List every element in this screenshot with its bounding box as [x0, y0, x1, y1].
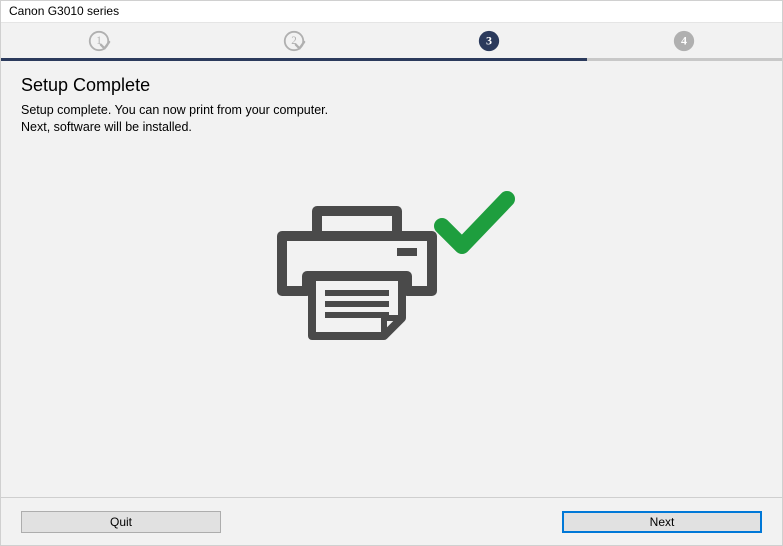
- checkmark-icon: [442, 199, 507, 246]
- svg-text:4: 4: [681, 33, 687, 47]
- page-body: Setup complete. You can now print from y…: [21, 102, 762, 136]
- footer: Quit Next: [1, 497, 782, 545]
- svg-text:3: 3: [486, 33, 492, 47]
- step-2-check-icon: 2: [282, 29, 306, 53]
- step-1: 1: [1, 23, 196, 61]
- step-4: 4: [587, 23, 782, 61]
- step-3-active-icon: 3: [477, 29, 501, 53]
- page-title: Setup Complete: [21, 75, 762, 96]
- step-1-check-icon: 1: [87, 29, 111, 53]
- stepper: 1 2 3: [1, 23, 782, 61]
- printer-icon: [282, 211, 432, 336]
- window-title: Canon G3010 series: [9, 4, 119, 18]
- titlebar: Canon G3010 series: [1, 1, 782, 23]
- next-button[interactable]: Next: [562, 511, 762, 533]
- illustration: [21, 191, 762, 361]
- content-area: Setup Complete Setup complete. You can n…: [1, 61, 782, 361]
- step-4-icon: 4: [672, 29, 696, 53]
- step-3: 3: [392, 23, 587, 61]
- quit-button[interactable]: Quit: [21, 511, 221, 533]
- step-2: 2: [196, 23, 391, 61]
- installer-window: Canon G3010 series 1 2: [0, 0, 783, 546]
